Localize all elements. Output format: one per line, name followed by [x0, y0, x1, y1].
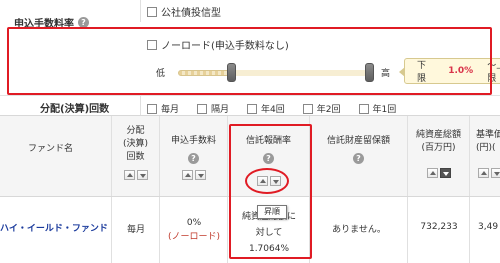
sort-controls [112, 170, 159, 180]
header-distribution-col: 分配 (決算) 回数 [112, 116, 160, 196]
distribution-checkbox[interactable] [302, 103, 313, 114]
sort-asc-button[interactable] [181, 170, 193, 180]
distribution-options: 毎月 隔月 年4回 年2回 年1回 [147, 102, 396, 115]
distribution-checkbox[interactable] [358, 103, 369, 114]
help-icon[interactable]: ? [353, 153, 364, 164]
sort-controls [160, 170, 227, 180]
bond-type-label: 公社債投信型 [161, 8, 221, 19]
header-name-col: ファンド名 [0, 116, 112, 196]
distribution-option[interactable]: 年4回 [247, 102, 285, 115]
sort-desc-button[interactable] [136, 170, 148, 180]
sort-asc-button[interactable] [426, 168, 438, 178]
distribution-checkbox[interactable] [147, 103, 157, 114]
sort-asc-button[interactable] [123, 170, 135, 180]
distribution-checkbox[interactable] [197, 103, 208, 114]
fee-value-cell: 0% (ノーロード) [160, 216, 228, 244]
distribution-filter-label: 分配(決算)回数 [40, 104, 110, 115]
base-price-value: 3,49 [478, 222, 499, 232]
distribution-option[interactable]: 隔月 [197, 102, 229, 115]
sort-controls [408, 168, 469, 178]
header-base-price-col: 基準価 (円)( [470, 116, 500, 196]
header-fee: 申込手数料 [170, 136, 216, 146]
distribution-option[interactable]: 年1回 [358, 102, 396, 115]
distribution-option[interactable]: 年2回 [302, 102, 341, 115]
net-assets-value: 732,233 [420, 222, 458, 232]
fund-name-link[interactable]: ハイ・イールド・ファンド [0, 221, 108, 234]
sort-desc-button[interactable] [491, 168, 500, 178]
fee-note: (ノーロード) [167, 232, 221, 242]
help-icon[interactable]: ? [188, 153, 199, 164]
sort-desc-button[interactable] [194, 170, 206, 180]
bond-type-option[interactable]: 公社債投信型 [147, 4, 221, 19]
header-reserve: 信託財産留保額 [326, 136, 390, 146]
sort-desc-button[interactable] [439, 168, 451, 178]
reserve-value: ありません。 [332, 225, 386, 235]
sort-asc-button[interactable] [478, 168, 489, 178]
header-net-assets-col: 純資産総額 (百万円) [408, 116, 470, 196]
distribution-option[interactable]: 毎月 [147, 102, 179, 115]
highlight-oval-sort [245, 168, 289, 194]
bond-type-checkbox[interactable] [147, 6, 157, 17]
header-reserve-col: 信託財産留保額 ? [310, 116, 408, 196]
header-distribution: 分配 (決算) 回数 [122, 126, 149, 162]
distribution-checkbox[interactable] [247, 103, 258, 114]
highlight-box-fee [7, 27, 492, 95]
header-base-price: 基準価 (円)( [476, 130, 500, 153]
header-fund-name: ファンド名 [28, 144, 74, 154]
header-fee-col: 申込手数料 ? [160, 116, 228, 196]
sort-controls [470, 168, 500, 178]
fee-value: 0% [186, 218, 202, 228]
distribution-value: 毎月 [126, 225, 145, 235]
header-net-assets: 純資産総額 (百万円) [415, 130, 461, 153]
